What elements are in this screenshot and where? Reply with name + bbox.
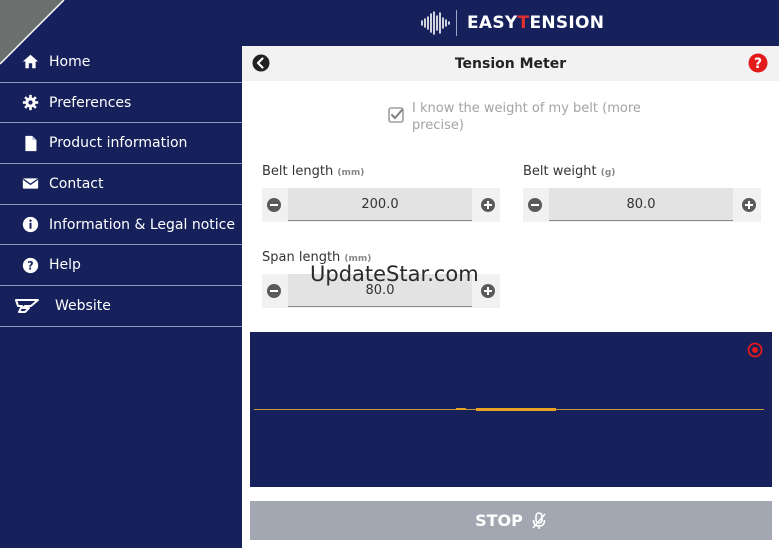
belt-length-stepper: 200.0 [262, 188, 500, 222]
help-icon[interactable]: ? [748, 53, 768, 73]
weight-known-checkbox[interactable]: I know the weight of my belt (more preci… [388, 100, 674, 134]
sidebar-item-help[interactable]: ? Help [0, 245, 242, 287]
stop-button-label: STOP [475, 511, 523, 530]
plus-icon[interactable] [480, 197, 496, 213]
sidebar-item-label: Website [55, 297, 111, 314]
sidebar-item-contact[interactable]: Contact [0, 164, 242, 205]
sidebar-item-label: Information & Legal notice [49, 216, 235, 233]
watermark-text: UpdateStar.com [310, 262, 479, 286]
belt-length-label: Belt length (mm) [262, 164, 365, 179]
checkbox-label: I know the weight of my belt (more preci… [412, 101, 641, 133]
info-icon [20, 215, 40, 235]
sidebar-item-label: Contact [49, 175, 104, 192]
envelope-icon [20, 174, 40, 194]
signal-peak [476, 408, 556, 411]
sidebar-item-preferences[interactable]: Preferences [0, 83, 242, 124]
signal-peak-small [456, 408, 466, 410]
plus-icon[interactable] [480, 283, 496, 299]
sidebar-item-label: Help [49, 257, 81, 274]
document-icon [20, 133, 40, 153]
sidebar-item-label: Home [49, 53, 91, 70]
sidebar: Home Preferences Product information Con… [0, 42, 242, 327]
sidebar-item-website[interactable]: Website [0, 286, 242, 327]
sidebar-item-information-legal[interactable]: Information & Legal notice [0, 205, 242, 246]
sidebar-item-label: Product information [49, 135, 188, 152]
checkbox-checked-icon[interactable] [388, 107, 404, 123]
microphone-muted-icon [532, 511, 546, 529]
page-title: Tension Meter [454, 55, 567, 72]
home-icon [20, 52, 40, 72]
minus-icon[interactable] [527, 197, 543, 213]
svg-text:?: ? [754, 56, 762, 72]
belt-weight-stepper: 80.0 [523, 188, 761, 222]
signal-graph [250, 332, 772, 487]
title-bar: Tension Meter ? [242, 46, 779, 81]
question-icon: ? [20, 255, 40, 275]
gates-logo-icon [14, 296, 40, 316]
main-panel: Tension Meter ? I know the weight of my … [242, 46, 779, 548]
belt-weight-input[interactable]: 80.0 [549, 188, 733, 221]
sidebar-item-label: Preferences [49, 94, 132, 111]
top-bar: EASYTENSION [0, 0, 779, 65]
brand-logo: EASYTENSION [420, 9, 604, 37]
brand-name: EASYTENSION [467, 13, 605, 33]
minus-icon[interactable] [266, 197, 282, 213]
belt-length-input[interactable]: 200.0 [288, 188, 472, 221]
record-target-icon[interactable] [747, 342, 763, 358]
brand-separator [456, 10, 457, 36]
gear-icon [20, 93, 40, 113]
sidebar-item-product-information[interactable]: Product information [0, 123, 242, 165]
svg-text:?: ? [27, 259, 33, 272]
sidebar-item-home[interactable]: Home [0, 42, 242, 83]
minus-icon[interactable] [266, 283, 282, 299]
plus-icon[interactable] [741, 197, 757, 213]
belt-weight-label: Belt weight (g) [523, 164, 616, 179]
soundwave-icon [421, 11, 450, 35]
back-arrow-icon[interactable] [252, 54, 270, 72]
stop-button[interactable]: STOP [250, 501, 772, 540]
